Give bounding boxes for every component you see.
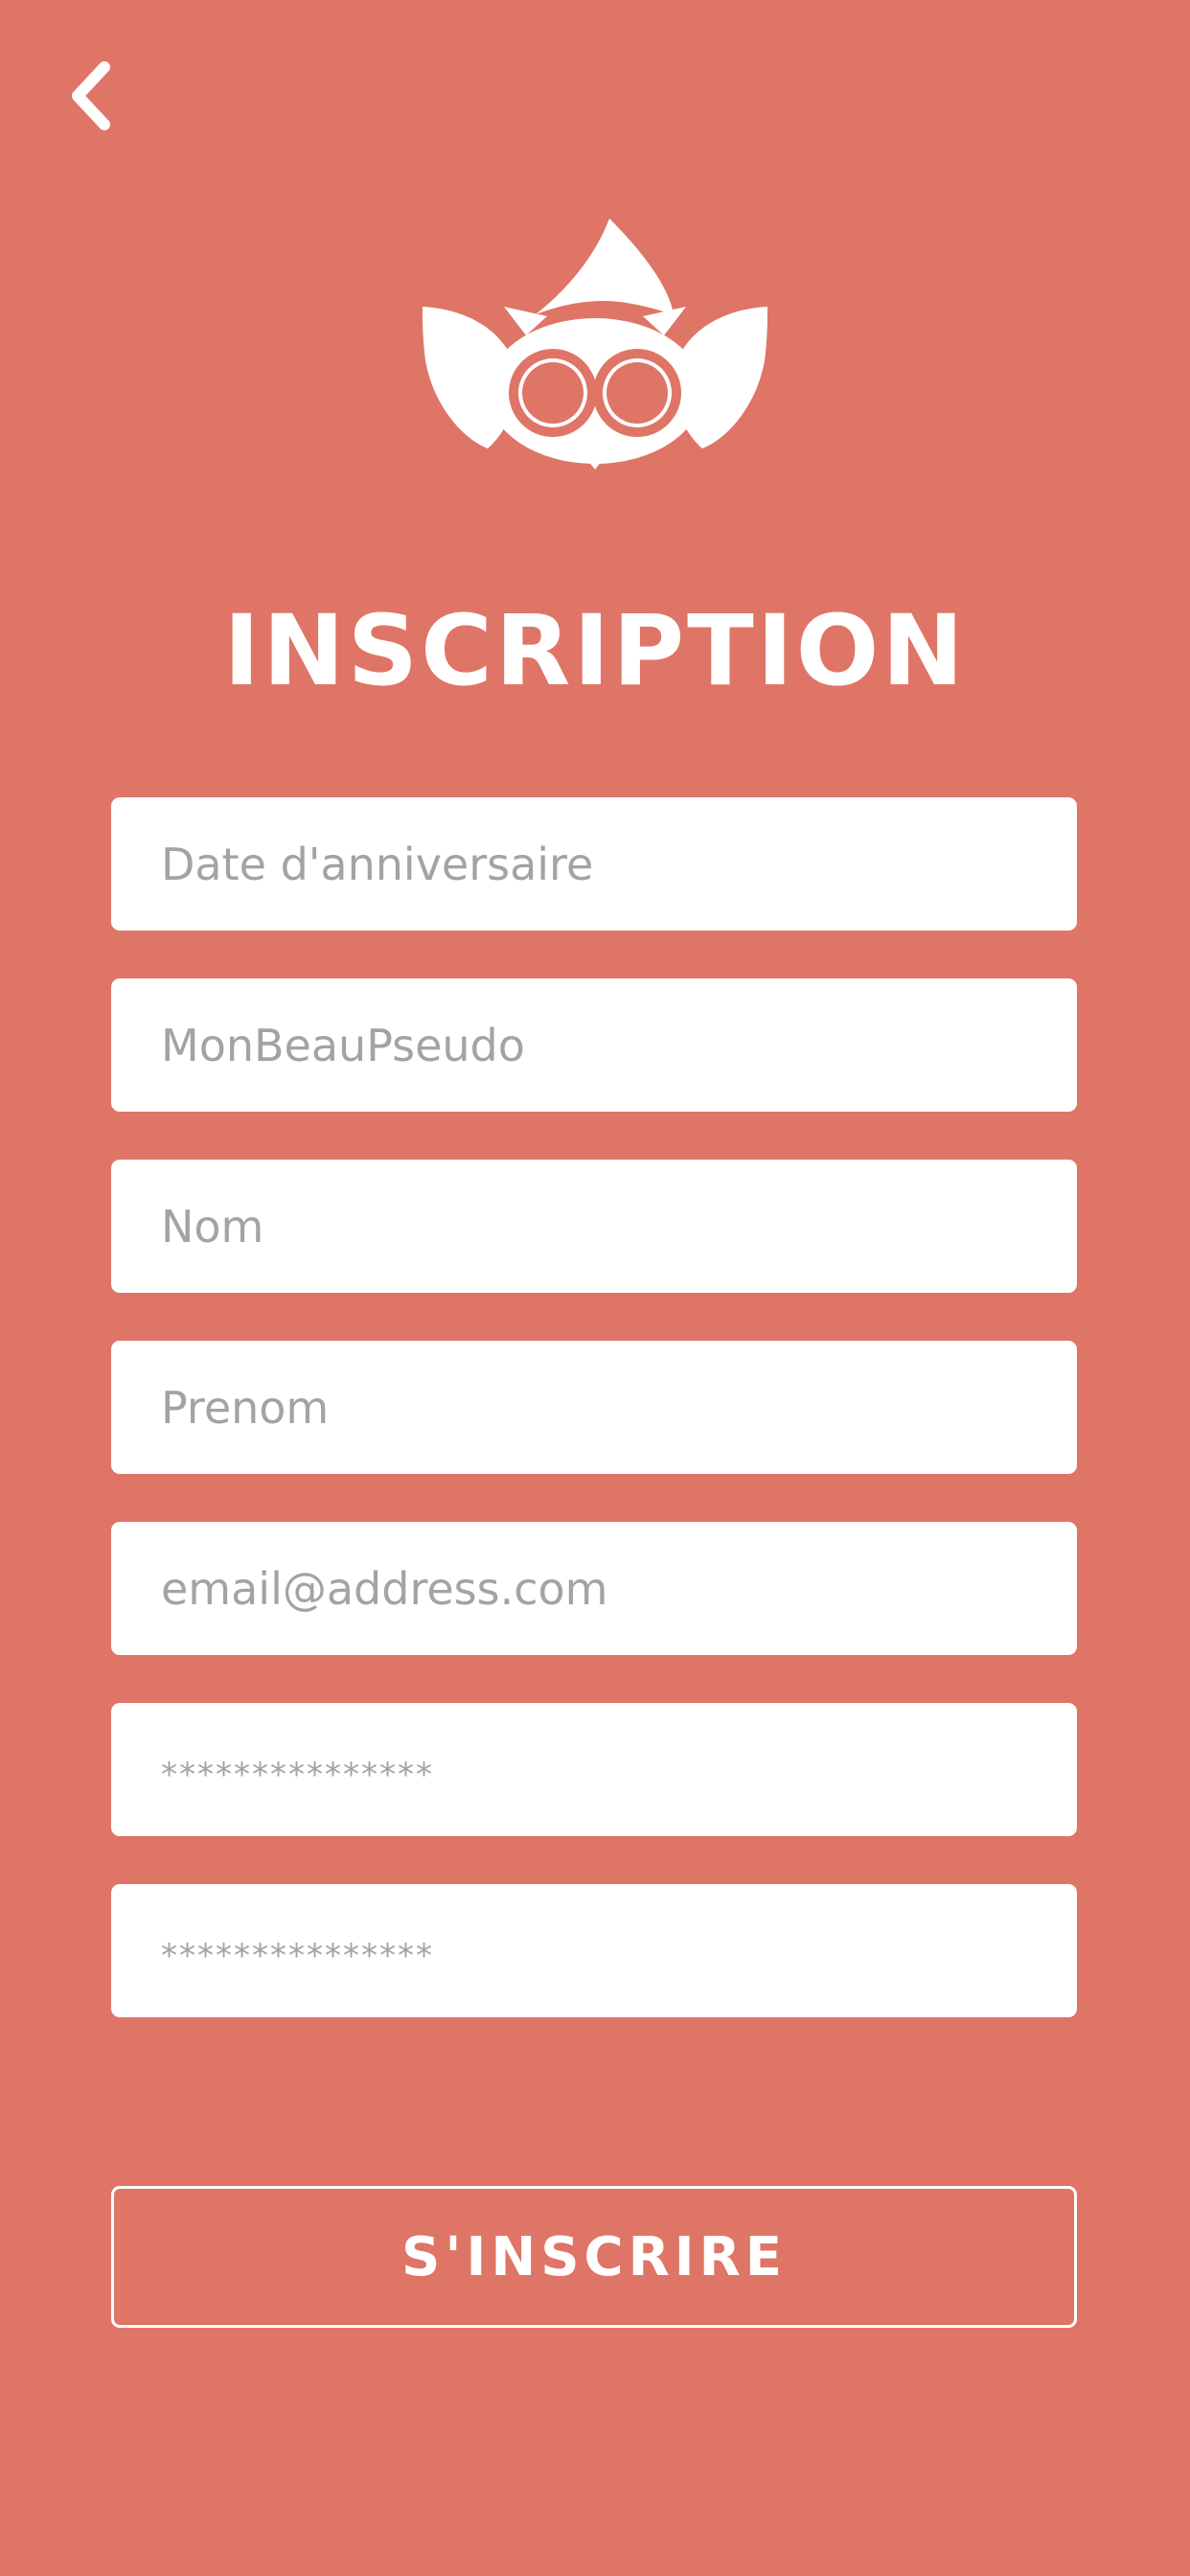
birthdate-field[interactable] xyxy=(111,797,1077,931)
password-field[interactable] xyxy=(111,1703,1077,1836)
page-title: INSCRIPTION xyxy=(223,594,967,708)
signup-screen: INSCRIPTION S'INSCRIRE xyxy=(0,0,1190,2576)
first-name-field[interactable] xyxy=(111,1341,1077,1474)
chevron-left-icon xyxy=(72,61,110,130)
confirm-password-field[interactable] xyxy=(111,1884,1077,2017)
owl-logo-icon xyxy=(423,218,767,470)
username-field[interactable] xyxy=(111,978,1077,1112)
back-button[interactable] xyxy=(57,58,125,134)
email-field[interactable] xyxy=(111,1522,1077,1655)
signup-button[interactable]: S'INSCRIRE xyxy=(111,2186,1077,2328)
owl-logo xyxy=(423,218,767,470)
signup-form xyxy=(111,797,1077,2065)
last-name-field[interactable] xyxy=(111,1160,1077,1293)
